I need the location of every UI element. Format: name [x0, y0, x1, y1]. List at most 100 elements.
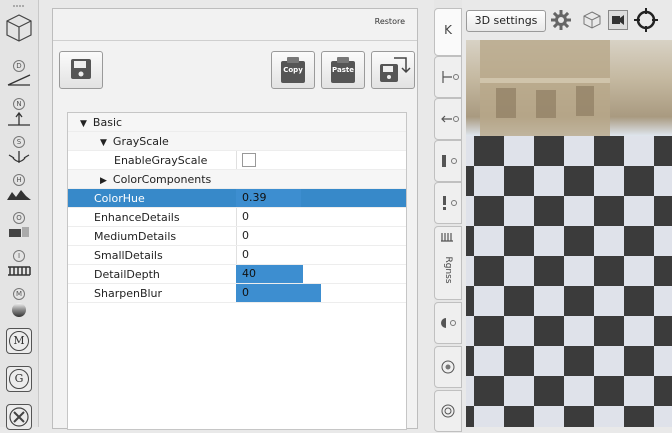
- smalldetails-value[interactable]: 0: [236, 246, 249, 264]
- tree-row-grayscale[interactable]: ▼ GrayScale: [68, 132, 406, 151]
- tool-specular[interactable]: S: [4, 136, 34, 165]
- half-circle-icon: [441, 318, 456, 328]
- anchor-specular-icon: [8, 151, 30, 163]
- arrow-right-icon: [442, 71, 459, 83]
- general-g-button[interactable]: G: [6, 366, 32, 392]
- tab-label: K: [444, 23, 452, 37]
- tab-7[interactable]: [434, 302, 462, 344]
- enable-grayscale-checkbox[interactable]: [242, 153, 256, 167]
- tree-row-sharpenblur[interactable]: SharpenBlur 0: [68, 284, 406, 303]
- checker-texture-plane: [466, 136, 672, 427]
- panel-divider: [53, 40, 417, 41]
- step-icon: [442, 155, 457, 167]
- arrow-left-icon: [441, 115, 459, 123]
- sharpenblur-value-bar[interactable]: 0: [236, 284, 321, 302]
- copy-button[interactable]: Copy: [271, 51, 315, 89]
- save-button[interactable]: [59, 51, 103, 89]
- tree-row-enablegrayscale: EnableGrayScale: [68, 151, 406, 170]
- tab-rgnss[interactable]: Rgnss: [434, 226, 462, 300]
- value-text: 0: [242, 248, 249, 261]
- save-as-icon: [380, 57, 411, 82]
- tree-row-label: Basic: [92, 116, 123, 129]
- crosshair-icon[interactable]: [634, 8, 658, 32]
- value-text: 0: [242, 286, 249, 299]
- 3d-settings-button[interactable]: 3D settings: [466, 10, 546, 32]
- tree-row-colorhue[interactable]: ColorHue 0.39: [68, 189, 406, 208]
- tree-row-smalldetails[interactable]: SmallDetails 0: [68, 246, 406, 265]
- illumination-grid-icon: [8, 266, 31, 276]
- grid-bars-icon: [441, 233, 453, 242]
- value-text: 40: [242, 267, 256, 280]
- expanded-triangle-icon: ▼: [80, 119, 87, 129]
- tree-row-mediumdetails[interactable]: MediumDetails 0: [68, 227, 406, 246]
- tree-row-colorcomponents[interactable]: ▶ ColorComponents: [68, 170, 406, 189]
- tool-badge: N: [13, 98, 25, 110]
- cube-logo-icon[interactable]: [4, 12, 34, 43]
- occlusion-icon: [9, 227, 29, 237]
- paste-button[interactable]: Paste: [321, 51, 365, 89]
- collapsed-triangle-icon: ▶: [100, 176, 107, 186]
- tree-row-basic[interactable]: ▼ Basic: [68, 113, 406, 132]
- height-mountains-icon: [7, 190, 31, 200]
- tool-badge: M: [13, 288, 25, 300]
- side-tabs: K Rgnss: [434, 0, 462, 432]
- material-sphere-icon: [12, 303, 26, 317]
- tree-row-label: EnhanceDetails: [94, 211, 180, 224]
- view-toolbar: 3D settings: [462, 0, 672, 40]
- 3d-viewport[interactable]: [466, 40, 672, 427]
- tool-normal[interactable]: N: [4, 98, 34, 127]
- save-as-button[interactable]: [371, 51, 415, 89]
- tree-row-enhancedetails[interactable]: EnhanceDetails 0: [68, 208, 406, 227]
- exclamation-icon: [443, 196, 457, 210]
- tool-badge: O: [13, 212, 25, 224]
- expanded-triangle-icon: ▼: [100, 138, 107, 148]
- cube-icon[interactable]: [582, 10, 602, 30]
- value-text: 0: [242, 229, 249, 242]
- tree-row-label: ColorHue: [94, 192, 145, 205]
- left-toolbar: D N S H O I M M G: [0, 0, 39, 430]
- value-text: 0: [242, 210, 249, 223]
- restore-link[interactable]: Restore: [375, 17, 405, 26]
- settings-panel: Restore Copy Paste ▼ Basic ▼ GrayScale Ena…: [52, 8, 418, 430]
- gear-icon[interactable]: [550, 9, 572, 31]
- tree-row-label: ColorComponents: [112, 173, 212, 186]
- tool-badge: I: [13, 250, 25, 262]
- tool-occlusion[interactable]: O: [4, 212, 34, 239]
- tree-row-label: GrayScale: [112, 135, 169, 148]
- colorhue-value-bar[interactable]: 0.39: [236, 189, 301, 207]
- copy-label: Copy: [283, 66, 303, 74]
- detaildepth-value-bar[interactable]: 40: [236, 265, 303, 283]
- general-g-icon: G: [9, 369, 29, 389]
- tab-label: Rgnss: [443, 256, 453, 284]
- tool-height[interactable]: H: [4, 174, 34, 201]
- tab-2[interactable]: [434, 56, 462, 98]
- tree-row-label: EnableGrayScale: [114, 154, 208, 167]
- material-m-icon: M: [9, 331, 29, 351]
- camera-icon[interactable]: [608, 10, 628, 30]
- tree-row-label: DetailDepth: [94, 268, 160, 281]
- tool-badge: S: [13, 136, 25, 148]
- tab-4[interactable]: [434, 140, 462, 182]
- tool-illumination[interactable]: I: [4, 250, 34, 277]
- tree-row-label: MediumDetails: [94, 230, 177, 243]
- tab-5[interactable]: [434, 182, 462, 224]
- tab-3[interactable]: [434, 98, 462, 140]
- mediumdetails-value[interactable]: 0: [236, 227, 249, 245]
- target-icon: [441, 404, 455, 418]
- enhancedetails-value[interactable]: 0: [236, 208, 249, 226]
- tree-row-label: SharpenBlur: [94, 287, 163, 300]
- value-text: 0.39: [242, 191, 267, 204]
- tab-k[interactable]: K: [434, 8, 462, 56]
- tool-badge: H: [13, 174, 25, 186]
- properties-tree: ▼ Basic ▼ GrayScale EnableGrayScale ▶ Color…: [67, 112, 407, 430]
- tool-material[interactable]: M: [4, 288, 34, 319]
- material-m-button[interactable]: M: [6, 328, 32, 354]
- tools-button[interactable]: [6, 404, 32, 430]
- building-silhouette: [480, 40, 610, 136]
- tool-distortion[interactable]: D: [4, 60, 34, 87]
- paste-label: Paste: [332, 66, 354, 74]
- tree-row-detaildepth[interactable]: DetailDepth 40: [68, 265, 406, 284]
- tab-8[interactable]: [434, 346, 462, 388]
- tab-9[interactable]: [434, 390, 462, 432]
- grip-dots-icon: [4, 2, 34, 9]
